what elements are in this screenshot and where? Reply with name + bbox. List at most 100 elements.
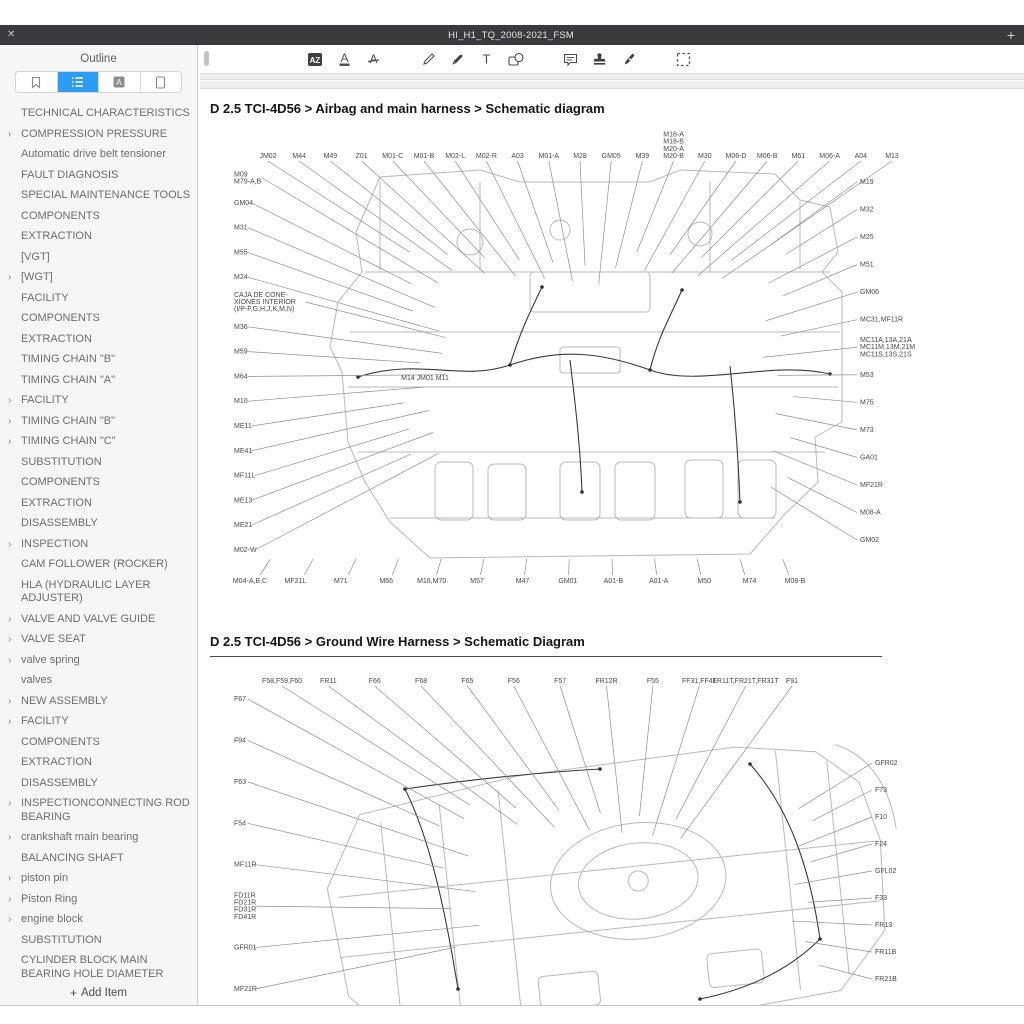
outline-item[interactable]: TECHNICAL CHARACTERISTICS — [0, 104, 197, 125]
outline-item[interactable]: ›FACILITY — [0, 712, 197, 733]
disclosure-chevron-icon[interactable]: › — [8, 394, 21, 408]
diagram-label: M74 — [743, 578, 757, 585]
note-icon[interactable] — [561, 50, 580, 69]
outline-item[interactable]: ›NEW ASSEMBLY — [0, 692, 197, 713]
outline-item[interactable]: ›TIMING CHAIN "C" — [0, 432, 197, 453]
outline-item[interactable]: FAULT DIAGNOSIS — [0, 166, 197, 187]
disclosure-chevron-icon[interactable]: › — [8, 654, 21, 668]
diagram-label: M44 — [292, 153, 306, 160]
outline-item[interactable]: FACILITY — [0, 289, 197, 310]
select-area-icon[interactable] — [674, 50, 693, 69]
outline-item[interactable]: ›INSPECTION — [0, 535, 197, 556]
outline-item[interactable]: EXTRACTION — [0, 753, 197, 774]
diagram-label: M04-A,B,C — [233, 578, 267, 585]
outline-item[interactable]: ›[WGT] — [0, 268, 197, 289]
diagram-label: F68 — [415, 678, 427, 685]
outline-item[interactable]: DISASSEMBLY — [0, 514, 197, 535]
outline-item[interactable]: ›INSPECTIONCONNECTING ROD BEARING — [0, 794, 197, 828]
outline-item[interactable]: COMPONENTS — [0, 309, 197, 330]
new-tab-icon[interactable]: + — [1007, 29, 1015, 41]
outline-item[interactable]: ›engine block — [0, 910, 197, 931]
disclosure-chevron-icon[interactable]: › — [8, 715, 21, 729]
highlight-text-icon[interactable]: A — [335, 50, 354, 69]
diagram-label: M14 JM01 M11 — [401, 375, 449, 382]
disclosure-chevron-icon — [8, 312, 21, 326]
disclosure-chevron-icon[interactable]: › — [8, 271, 21, 285]
outline-item[interactable]: ›FACILITY — [0, 391, 197, 412]
tab-outline[interactable] — [58, 72, 100, 92]
disclosure-chevron-icon[interactable]: › — [8, 633, 21, 647]
marker-icon[interactable] — [448, 50, 467, 69]
diagram-label: F55 — [647, 678, 659, 685]
outline-item[interactable]: TIMING CHAIN "B" — [0, 350, 197, 371]
outline-list-icon — [71, 76, 84, 88]
diagram-label: M25 — [860, 234, 874, 241]
outline-item[interactable]: COMPONENTS — [0, 473, 197, 494]
outline-item[interactable]: HLA (HYDRAULIC LAYER ADJUSTER) — [0, 576, 197, 610]
diagram-label: M36 — [234, 324, 248, 331]
svg-text:A: A — [116, 77, 122, 87]
outline-item[interactable]: DISASSEMBLY — [0, 774, 197, 795]
outline-item[interactable]: EXTRACTION — [0, 494, 197, 515]
sidebar-title: Outline — [0, 45, 197, 71]
outline-item[interactable]: BALANCING SHAFT — [0, 849, 197, 870]
horizontal-scrollbar-track[interactable] — [200, 73, 1024, 80]
tab-bookmarks[interactable] — [16, 72, 58, 92]
diagram-label: GM01 — [558, 578, 577, 585]
text-tool-icon[interactable]: T — [477, 50, 496, 69]
signature-icon[interactable] — [619, 50, 638, 69]
disclosure-chevron-icon — [8, 333, 21, 347]
outline-item[interactable]: ›piston pin — [0, 869, 197, 890]
outline-item[interactable]: ›COMPRESSION PRESSURE — [0, 125, 197, 146]
outline-item[interactable]: COMPONENTS — [0, 733, 197, 754]
outline-item-label: Automatic drive belt tensioner — [21, 148, 191, 162]
outline-item[interactable]: COMPONENTS — [0, 207, 197, 228]
outline-item[interactable]: EXTRACTION — [0, 227, 197, 248]
shapes-icon[interactable] — [506, 50, 525, 69]
disclosure-chevron-icon[interactable]: › — [8, 128, 21, 142]
diagram-label: M01-C — [382, 153, 403, 160]
outline-item[interactable]: ›Piston Ring — [0, 890, 197, 911]
diagram-label: F57 — [554, 678, 566, 685]
outline-item[interactable]: ›VALVE AND VALVE GUIDE — [0, 610, 197, 631]
disclosure-chevron-icon[interactable]: › — [8, 913, 21, 927]
outline-item[interactable]: ›VALVE SEAT — [0, 630, 197, 651]
outline-item[interactable]: ›valve spring — [0, 651, 197, 672]
outline-item[interactable]: [VGT] — [0, 248, 197, 269]
tab-annotations[interactable]: A — [99, 72, 141, 92]
disclosure-chevron-icon[interactable]: › — [8, 415, 21, 429]
outline-item[interactable]: SUBSTITUTION — [0, 453, 197, 474]
disclosure-chevron-icon[interactable]: › — [8, 872, 21, 886]
strikeout-text-icon[interactable]: A — [364, 50, 383, 69]
outline-item-label: INSPECTIONCONNECTING ROD BEARING — [21, 797, 191, 824]
diagram-label: FR11T,FR21T,FR31T — [713, 678, 780, 685]
tab-thumbnails[interactable] — [141, 72, 182, 92]
disclosure-chevron-icon — [8, 954, 21, 981]
disclosure-chevron-icon[interactable]: › — [8, 831, 21, 845]
disclosure-chevron-icon — [8, 292, 21, 306]
reader-mode-icon[interactable]: AZ — [306, 50, 325, 69]
outline-item[interactable]: Automatic drive belt tensioner — [0, 145, 197, 166]
outline-item[interactable]: TIMING CHAIN "A" — [0, 371, 197, 392]
outline-item[interactable]: CYLINDER BLOCK MAIN BEARING HOLE DIAMETE… — [0, 951, 197, 981]
outline-item[interactable]: valves — [0, 671, 197, 692]
outline-item[interactable]: SUBSTITUTION — [0, 931, 197, 952]
stamp-icon[interactable] — [590, 50, 609, 69]
disclosure-chevron-icon[interactable]: › — [8, 435, 21, 449]
outline-item[interactable]: ›TIMING CHAIN "B" — [0, 412, 197, 433]
pencil-icon[interactable] — [419, 50, 438, 69]
disclosure-chevron-icon[interactable]: › — [8, 797, 21, 824]
outline-item[interactable]: CAM FOLLOWER (ROCKER) — [0, 555, 197, 576]
outline-item[interactable]: SPECIAL MAINTENANCE TOOLS — [0, 186, 197, 207]
disclosure-chevron-icon[interactable]: › — [8, 695, 21, 709]
disclosure-chevron-icon[interactable]: › — [8, 538, 21, 552]
add-item-button[interactable]: + Add Item — [0, 981, 197, 1005]
disclosure-chevron-icon[interactable]: › — [8, 893, 21, 907]
scrollbar-thumb[interactable] — [204, 51, 209, 66]
outline-item[interactable]: EXTRACTION — [0, 330, 197, 351]
disclosure-chevron-icon — [8, 107, 21, 121]
close-tab-icon[interactable]: ✕ — [7, 30, 15, 40]
outline-item[interactable]: ›crankshaft main bearing — [0, 828, 197, 849]
diagram-label: A01-B — [604, 578, 624, 585]
disclosure-chevron-icon[interactable]: › — [8, 613, 21, 627]
